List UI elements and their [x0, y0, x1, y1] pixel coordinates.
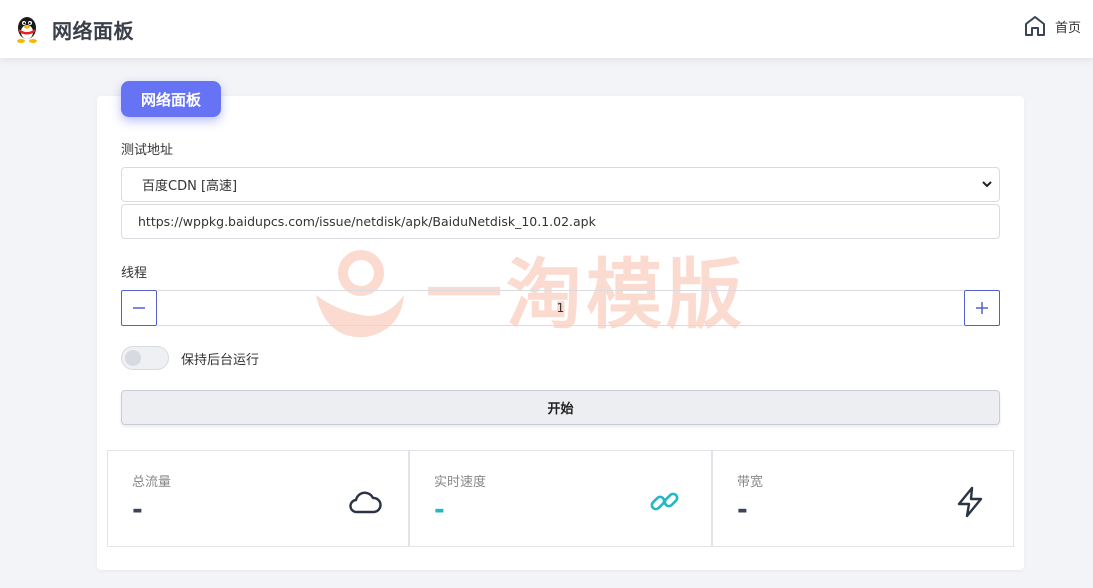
keep-background-toggle[interactable] [121, 346, 169, 370]
test-source-selected: 百度CDN [高速] [142, 179, 238, 194]
lightning-icon [957, 486, 983, 518]
panel-badge: 网络面板 [121, 81, 221, 117]
test-url-input[interactable]: https://wppkg.baidupcs.com/issue/netdisk… [121, 204, 1000, 239]
stat-label: 带宽 [737, 475, 764, 490]
keep-background-label: 保持后台运行 [181, 353, 260, 368]
brand[interactable]: 网络面板 [12, 13, 134, 45]
stat-value: - [737, 495, 748, 525]
start-button[interactable]: 开始 [121, 390, 1000, 425]
cloud-icon [349, 491, 382, 514]
stat-label: 总流量 [132, 475, 172, 490]
test-url-value: https://wppkg.baidupcs.com/issue/netdisk… [138, 214, 596, 229]
threads-decrement-button[interactable] [121, 290, 157, 326]
test-source-select[interactable]: 百度CDN [高速] [121, 167, 1000, 202]
home-label: 首页 [1054, 20, 1081, 36]
home-icon [1024, 16, 1045, 36]
threads-increment-button[interactable] [964, 290, 1000, 326]
link-icon [650, 492, 679, 511]
stat-bandwidth: 带宽 - [712, 450, 1014, 547]
toggle-knob [125, 350, 141, 366]
stat-realtime-speed: 实时速度 - [409, 450, 712, 547]
home-link[interactable]: 首页 [1023, 14, 1081, 38]
plus-icon [976, 302, 988, 314]
penguin-logo-icon [17, 17, 37, 43]
brand-title: 网络面板 [52, 18, 134, 43]
stat-value: - [132, 495, 143, 525]
test-address-label: 测试地址 [121, 143, 174, 158]
minus-icon [133, 307, 145, 309]
stat-value: - [434, 495, 445, 525]
threads-label: 线程 [121, 266, 148, 281]
stat-label: 实时速度 [434, 475, 487, 490]
top-navbar: 网络面板 首页 [0, 0, 1093, 58]
chevron-down-icon [982, 181, 992, 188]
stat-total-traffic: 总流量 - [107, 450, 409, 547]
threads-value[interactable]: 1 [157, 290, 964, 326]
